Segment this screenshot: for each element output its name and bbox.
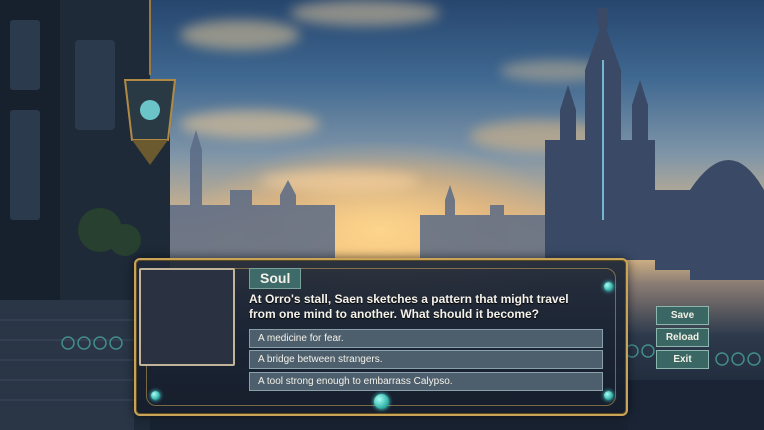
save-button[interactable]: Save (656, 306, 709, 325)
character-portrait (139, 268, 235, 366)
gem-icon (604, 282, 613, 291)
dialogue-text: At Orro's stall, Saen sketches a pattern… (249, 292, 569, 321)
exit-button[interactable]: Exit (656, 350, 709, 369)
reload-button[interactable]: Reload (656, 328, 709, 347)
choice-option-1[interactable]: A medicine for fear. (249, 329, 603, 348)
choice-option-3[interactable]: A tool strong enough to embarrass Calyps… (249, 372, 603, 391)
speaker-name: Soul (249, 268, 302, 289)
gem-icon (151, 391, 160, 400)
gem-icon (374, 394, 389, 409)
gem-icon (604, 391, 613, 400)
choice-option-2[interactable]: A bridge between strangers. (249, 350, 603, 369)
